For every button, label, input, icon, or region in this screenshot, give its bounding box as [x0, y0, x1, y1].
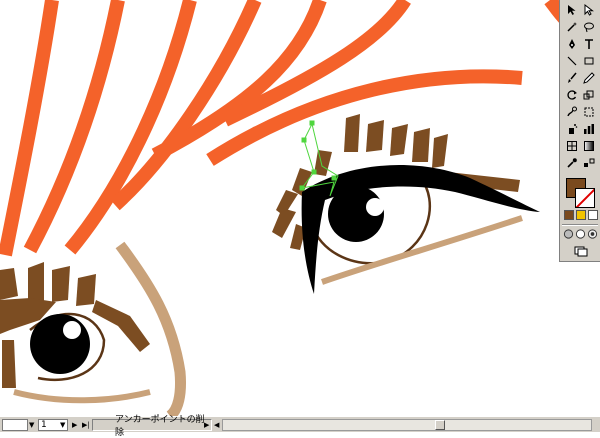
left-eye-highlight [63, 321, 81, 339]
left-eye-lower-line [13, 389, 151, 404]
illustration [0, 0, 572, 416]
last-page-arrow-icon[interactable]: ▶| [82, 419, 90, 431]
type-tool-icon[interactable] [581, 36, 596, 51]
scale-tool-icon[interactable] [581, 87, 596, 102]
draw-behind-mode-icon[interactable] [575, 228, 586, 239]
normal-screen-mode-icon[interactable] [563, 228, 574, 239]
column-graph-tool-icon[interactable] [581, 121, 596, 136]
lasso-tool-icon[interactable] [581, 19, 596, 34]
blend-tool-icon[interactable] [581, 155, 596, 170]
change-screen-mode-icon[interactable] [572, 243, 589, 258]
pencil-tool-icon[interactable] [581, 70, 596, 85]
rectangle-tool-icon[interactable] [581, 53, 596, 68]
artboard-canvas[interactable] [0, 0, 600, 416]
eyedropper-tool-icon[interactable] [564, 155, 579, 170]
mesh-tool-icon[interactable] [564, 138, 579, 153]
left-iris [30, 314, 90, 374]
status-menu-arrow-icon[interactable]: ▶ [204, 419, 209, 431]
gradient-mode-button[interactable] [576, 210, 586, 220]
rotate-tool-icon[interactable] [564, 87, 579, 102]
color-mode-button[interactable] [564, 210, 574, 220]
direct-selection-tool-icon[interactable] [581, 2, 596, 17]
pen-tool-icon[interactable] [564, 36, 579, 51]
stroke-color-swatch[interactable] [575, 188, 595, 208]
free-transform-tool-icon[interactable] [581, 104, 596, 119]
gradient-tool-icon[interactable] [581, 138, 596, 153]
tools-panel [559, 0, 600, 262]
magic-wand-tool-icon[interactable] [564, 19, 579, 34]
line-tool-icon[interactable] [564, 53, 579, 68]
zoom-dropdown-arrow-icon[interactable]: ▼ [29, 419, 34, 431]
none-mode-button[interactable] [588, 210, 598, 220]
status-bar: ▼ 1 ▼ ▶ ▶| アンカーポイントの削除 ▶ ◀ [0, 415, 600, 438]
next-page-arrow-icon[interactable]: ▶ [72, 419, 77, 431]
zoom-level-field[interactable] [2, 419, 28, 431]
scrollbar-thumb[interactable] [435, 420, 445, 430]
scroll-left-arrow-icon[interactable]: ◀ [214, 419, 219, 431]
draw-inside-mode-icon[interactable] [587, 228, 598, 239]
status-field[interactable]: アンカーポイントの削除 [92, 415, 212, 438]
symbol-sprayer-tool-icon[interactable] [564, 121, 579, 136]
horizontal-scrollbar[interactable] [222, 419, 592, 431]
warp-tool-icon[interactable] [564, 104, 579, 119]
status-text: アンカーポイントの削除 [115, 415, 205, 438]
right-eye-highlight [366, 198, 384, 216]
paintbrush-tool-icon[interactable] [564, 70, 579, 85]
page-value: 1 [41, 420, 47, 430]
page-dropdown-arrow-icon[interactable]: ▼ [60, 419, 65, 431]
selection-tool-icon[interactable] [564, 2, 579, 17]
